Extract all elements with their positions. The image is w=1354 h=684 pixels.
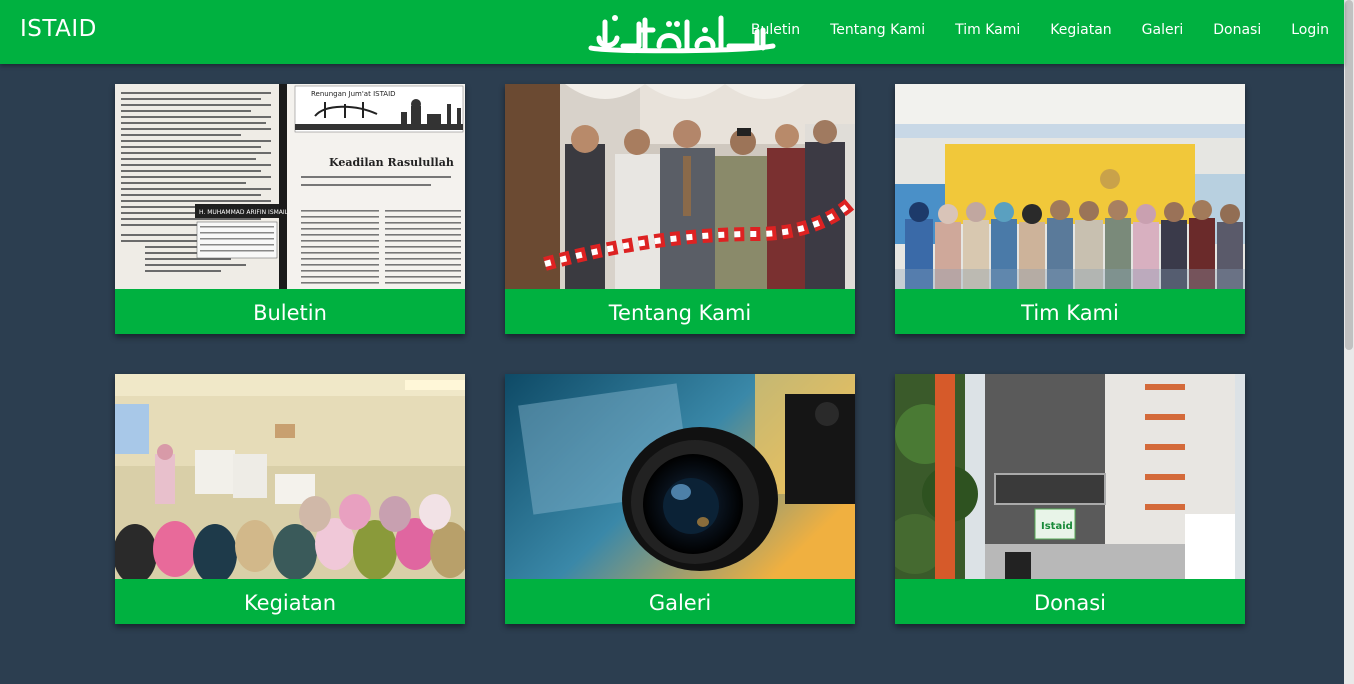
- card-label: Tentang Kami: [505, 289, 855, 334]
- card-galeri[interactable]: Galeri: [505, 374, 855, 624]
- nav-galeri[interactable]: Galeri: [1142, 22, 1184, 44]
- buletin-header: Renungan Jum'at ISTAID: [311, 90, 396, 98]
- card-donasi[interactable]: Istaid Donasi: [895, 374, 1245, 624]
- buletin-author: H. MUHAMMAD ARIFIN ISMAIL: [199, 209, 289, 216]
- brand-link[interactable]: ISTAID: [20, 16, 97, 42]
- nav-buletin[interactable]: Buletin: [751, 22, 800, 44]
- card-tentang-kami[interactable]: Tentang Kami: [505, 84, 855, 334]
- card-tim-kami[interactable]: Tim Kami: [895, 84, 1245, 334]
- building-photo: Istaid: [895, 374, 1245, 579]
- card-label: Buletin: [115, 289, 465, 334]
- card-label: Donasi: [895, 579, 1245, 624]
- card-label: Kegiatan: [115, 579, 465, 624]
- camera-lens-photo: [505, 374, 855, 579]
- nav-donasi[interactable]: Donasi: [1213, 22, 1261, 44]
- building-sign-text: Istaid: [1041, 521, 1073, 532]
- scrollbar-thumb[interactable]: [1345, 0, 1353, 350]
- page-scrollbar[interactable]: [1344, 0, 1354, 684]
- main-nav: Buletin Tentang Kami Tim Kami Kegiatan G…: [751, 22, 1329, 44]
- card-label: Tim Kami: [895, 289, 1245, 334]
- ribbon-cutting-photo: [505, 84, 855, 289]
- card-buletin[interactable]: H. MUHAMMAD ARIFIN ISMAIL Renungan Jum'a…: [115, 84, 465, 334]
- buletin-image: H. MUHAMMAD ARIFIN ISMAIL Renungan Jum'a…: [115, 84, 465, 289]
- card-kegiatan[interactable]: Kegiatan: [115, 374, 465, 624]
- activity-photo: [115, 374, 465, 579]
- nav-kegiatan[interactable]: Kegiatan: [1050, 22, 1111, 44]
- card-label: Galeri: [505, 579, 855, 624]
- nav-tim-kami[interactable]: Tim Kami: [955, 22, 1020, 44]
- team-photo: [895, 84, 1245, 289]
- nav-tentang-kami[interactable]: Tentang Kami: [830, 22, 925, 44]
- top-navbar: ISTAID Buletin Tentang Kami Tim Kami Keg…: [0, 0, 1344, 64]
- buletin-title: Keadilan Rasulullah: [329, 156, 454, 169]
- nav-login[interactable]: Login: [1291, 22, 1329, 44]
- menu-grid: H. MUHAMMAD ARIFIN ISMAIL Renungan Jum'a…: [115, 84, 1245, 624]
